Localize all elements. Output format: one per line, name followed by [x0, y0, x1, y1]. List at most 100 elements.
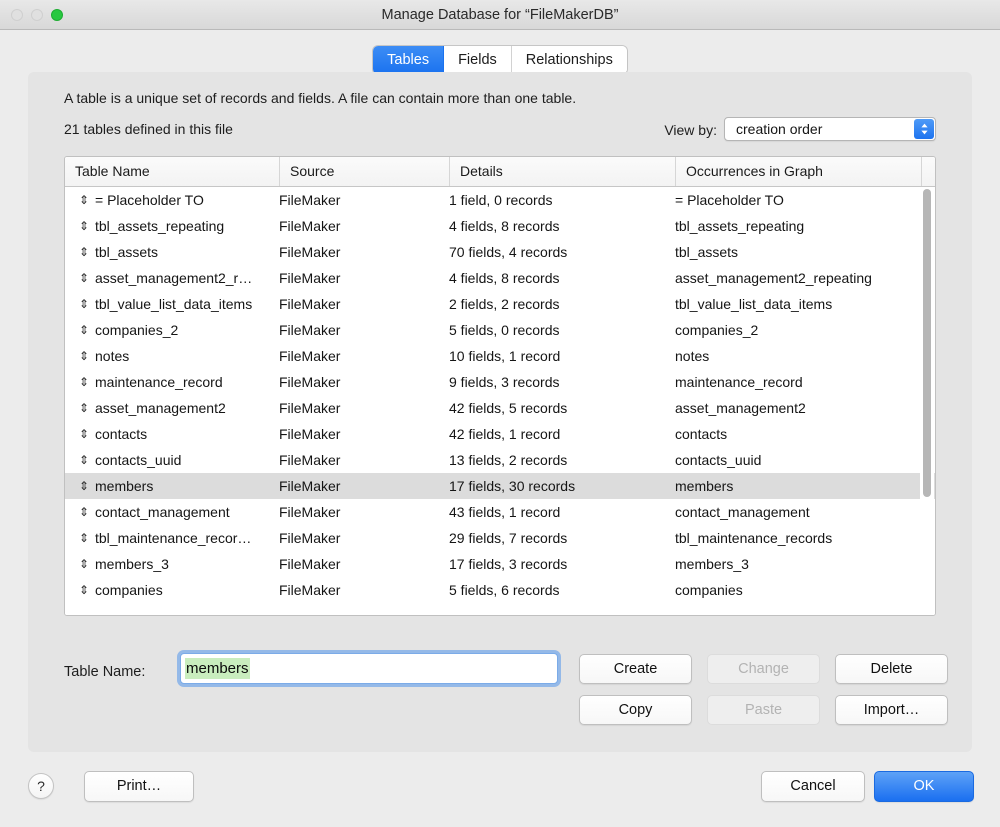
import-button[interactable]: Import…	[835, 695, 948, 725]
row-drag-handle-icon[interactable]: ⇕	[73, 239, 95, 265]
row-details: 4 fields, 8 records	[449, 213, 671, 239]
row-table-name: notes	[95, 343, 275, 369]
row-drag-handle-icon[interactable]: ⇕	[73, 369, 95, 395]
row-occurrences: contacts	[675, 421, 927, 447]
cancel-button[interactable]: Cancel	[761, 771, 865, 802]
row-drag-handle-icon[interactable]: ⇕	[73, 291, 95, 317]
row-source: FileMaker	[279, 395, 447, 421]
row-occurrences: contact_management	[675, 499, 927, 525]
view-by-value: creation order	[736, 118, 822, 140]
table-row[interactable]: ⇕companies_2FileMaker5 fields, 0 records…	[65, 317, 935, 343]
table-row[interactable]: ⇕tbl_maintenance_recor…FileMaker29 field…	[65, 525, 935, 551]
manage-database-window: Manage Database for “FileMakerDB” Tables…	[0, 0, 1000, 827]
help-button[interactable]: ?	[28, 773, 54, 799]
table-name-input[interactable]: members	[180, 653, 558, 684]
table-row[interactable]: ⇕asset_management2_r…FileMaker4 fields, …	[65, 265, 935, 291]
row-details: 29 fields, 7 records	[449, 525, 671, 551]
row-table-name: tbl_assets_repeating	[95, 213, 275, 239]
row-drag-handle-icon[interactable]: ⇕	[73, 213, 95, 239]
row-drag-handle-icon[interactable]: ⇕	[73, 525, 95, 551]
tab-fields[interactable]: Fields	[444, 46, 512, 74]
table-row[interactable]: ⇕asset_management2FileMaker42 fields, 5 …	[65, 395, 935, 421]
tables-list-header: Table Name Source Details Occurrences in…	[65, 157, 935, 187]
row-table-name: tbl_value_list_data_items	[95, 291, 275, 317]
column-header-occurrences[interactable]: Occurrences in Graph	[675, 157, 921, 186]
row-source: FileMaker	[279, 291, 447, 317]
row-table-name: companies	[95, 577, 275, 603]
column-header-source[interactable]: Source	[279, 157, 449, 186]
tables-list-scrollbar[interactable]	[920, 188, 934, 615]
row-drag-handle-icon[interactable]: ⇕	[73, 577, 95, 603]
column-header-spacer	[921, 157, 935, 186]
row-drag-handle-icon[interactable]: ⇕	[73, 187, 95, 213]
table-row[interactable]: ⇕companiesFileMaker5 fields, 6 recordsco…	[65, 577, 935, 603]
row-occurrences: tbl_assets_repeating	[675, 213, 927, 239]
tab-tables[interactable]: Tables	[373, 46, 444, 74]
row-occurrences: tbl_value_list_data_items	[675, 291, 927, 317]
table-row[interactable]: ⇕contactsFileMaker42 fields, 1 recordcon…	[65, 421, 935, 447]
scrollbar-thumb[interactable]	[923, 189, 931, 497]
copy-button[interactable]: Copy	[579, 695, 692, 725]
chevron-updown-icon[interactable]	[914, 119, 934, 139]
row-drag-handle-icon[interactable]: ⇕	[73, 265, 95, 291]
row-source: FileMaker	[279, 473, 447, 499]
row-drag-handle-icon[interactable]: ⇕	[73, 395, 95, 421]
column-header-details[interactable]: Details	[449, 157, 675, 186]
tables-count-text: 21 tables defined in this file	[64, 121, 233, 137]
row-table-name: members_3	[95, 551, 275, 577]
row-table-name: companies_2	[95, 317, 275, 343]
row-details: 42 fields, 1 record	[449, 421, 671, 447]
row-drag-handle-icon[interactable]: ⇕	[73, 343, 95, 369]
row-details: 70 fields, 4 records	[449, 239, 671, 265]
row-source: FileMaker	[279, 577, 447, 603]
row-occurrences: members	[675, 473, 927, 499]
view-by-select[interactable]: creation order	[724, 117, 936, 141]
paste-button: Paste	[707, 695, 820, 725]
row-drag-handle-icon[interactable]: ⇕	[73, 421, 95, 447]
row-details: 17 fields, 3 records	[449, 551, 671, 577]
table-row[interactable]: ⇕members_3FileMaker17 fields, 3 recordsm…	[65, 551, 935, 577]
row-source: FileMaker	[279, 317, 447, 343]
table-row[interactable]: ⇕tbl_value_list_data_itemsFileMaker2 fie…	[65, 291, 935, 317]
row-drag-handle-icon[interactable]: ⇕	[73, 473, 95, 499]
column-header-table-name[interactable]: Table Name	[65, 157, 279, 186]
delete-button[interactable]: Delete	[835, 654, 948, 684]
row-details: 5 fields, 0 records	[449, 317, 671, 343]
window-titlebar: Manage Database for “FileMakerDB”	[0, 0, 1000, 30]
row-details: 17 fields, 30 records	[449, 473, 671, 499]
table-row[interactable]: ⇕contacts_uuidFileMaker13 fields, 2 reco…	[65, 447, 935, 473]
row-occurrences: asset_management2_repeating	[675, 265, 927, 291]
table-row[interactable]: ⇕tbl_assets_repeatingFileMaker4 fields, …	[65, 213, 935, 239]
tables-list-body[interactable]: ⇕= Placeholder TOFileMaker1 field, 0 rec…	[65, 187, 935, 615]
row-source: FileMaker	[279, 187, 447, 213]
row-occurrences: contacts_uuid	[675, 447, 927, 473]
tab-relationships[interactable]: Relationships	[512, 46, 627, 74]
row-occurrences: notes	[675, 343, 927, 369]
table-row[interactable]: ⇕contact_managementFileMaker43 fields, 1…	[65, 499, 935, 525]
row-table-name: contact_management	[95, 499, 275, 525]
row-occurrences: tbl_maintenance_records	[675, 525, 927, 551]
table-row[interactable]: ⇕membersFileMaker17 fields, 30 recordsme…	[65, 473, 935, 499]
row-source: FileMaker	[279, 343, 447, 369]
row-drag-handle-icon[interactable]: ⇕	[73, 499, 95, 525]
row-source: FileMaker	[279, 421, 447, 447]
row-table-name: tbl_assets	[95, 239, 275, 265]
table-name-label: Table Name:	[64, 664, 145, 680]
ok-button[interactable]: OK	[874, 771, 974, 802]
row-source: FileMaker	[279, 499, 447, 525]
row-drag-handle-icon[interactable]: ⇕	[73, 551, 95, 577]
change-button: Change	[707, 654, 820, 684]
row-details: 13 fields, 2 records	[449, 447, 671, 473]
table-name-input-value: members	[185, 658, 250, 679]
row-drag-handle-icon[interactable]: ⇕	[73, 447, 95, 473]
table-row[interactable]: ⇕maintenance_recordFileMaker9 fields, 3 …	[65, 369, 935, 395]
create-button[interactable]: Create	[579, 654, 692, 684]
tables-list[interactable]: Table Name Source Details Occurrences in…	[64, 156, 936, 616]
row-occurrences: = Placeholder TO	[675, 187, 927, 213]
table-row[interactable]: ⇕tbl_assetsFileMaker70 fields, 4 records…	[65, 239, 935, 265]
print-button[interactable]: Print…	[84, 771, 194, 802]
table-row[interactable]: ⇕notesFileMaker10 fields, 1 recordnotes	[65, 343, 935, 369]
row-drag-handle-icon[interactable]: ⇕	[73, 317, 95, 343]
row-occurrences: tbl_assets	[675, 239, 927, 265]
table-row[interactable]: ⇕= Placeholder TOFileMaker1 field, 0 rec…	[65, 187, 935, 213]
